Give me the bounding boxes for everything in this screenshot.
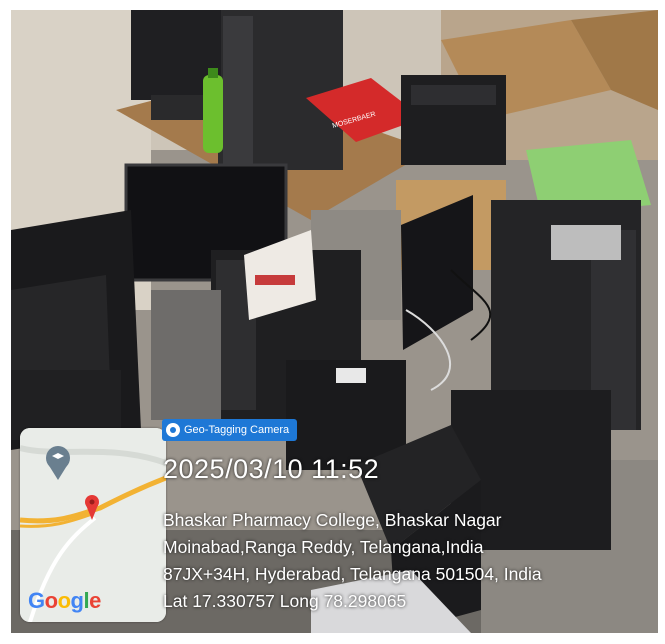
- datetime-stamp: 2025/03/10 11:52: [163, 454, 380, 484]
- address-line-2: Moinabad,Ranga Reddy, Telangana,India: [163, 537, 484, 557]
- logo-g2: g: [70, 588, 84, 613]
- address-line-1: Bhaskar Pharmacy College, Bhaskar Nagar: [163, 510, 502, 530]
- badge-label: Geo-Tagging Camera: [184, 424, 290, 436]
- geo-tagging-badge: Geo-Tagging Camera: [162, 419, 298, 441]
- coordinates: Lat 17.330757 Long 78.298065: [163, 591, 407, 611]
- map-thumbnail: Google: [20, 428, 166, 622]
- address-line-3: 87JX+34H, Hyderabad, Telangana 501504, I…: [163, 564, 542, 584]
- logo-e: e: [89, 588, 101, 613]
- google-logo: Google: [28, 588, 101, 614]
- camera-icon: [166, 423, 180, 437]
- logo-o2: o: [57, 588, 71, 613]
- logo-o1: o: [44, 588, 58, 613]
- logo-g: G: [28, 588, 45, 613]
